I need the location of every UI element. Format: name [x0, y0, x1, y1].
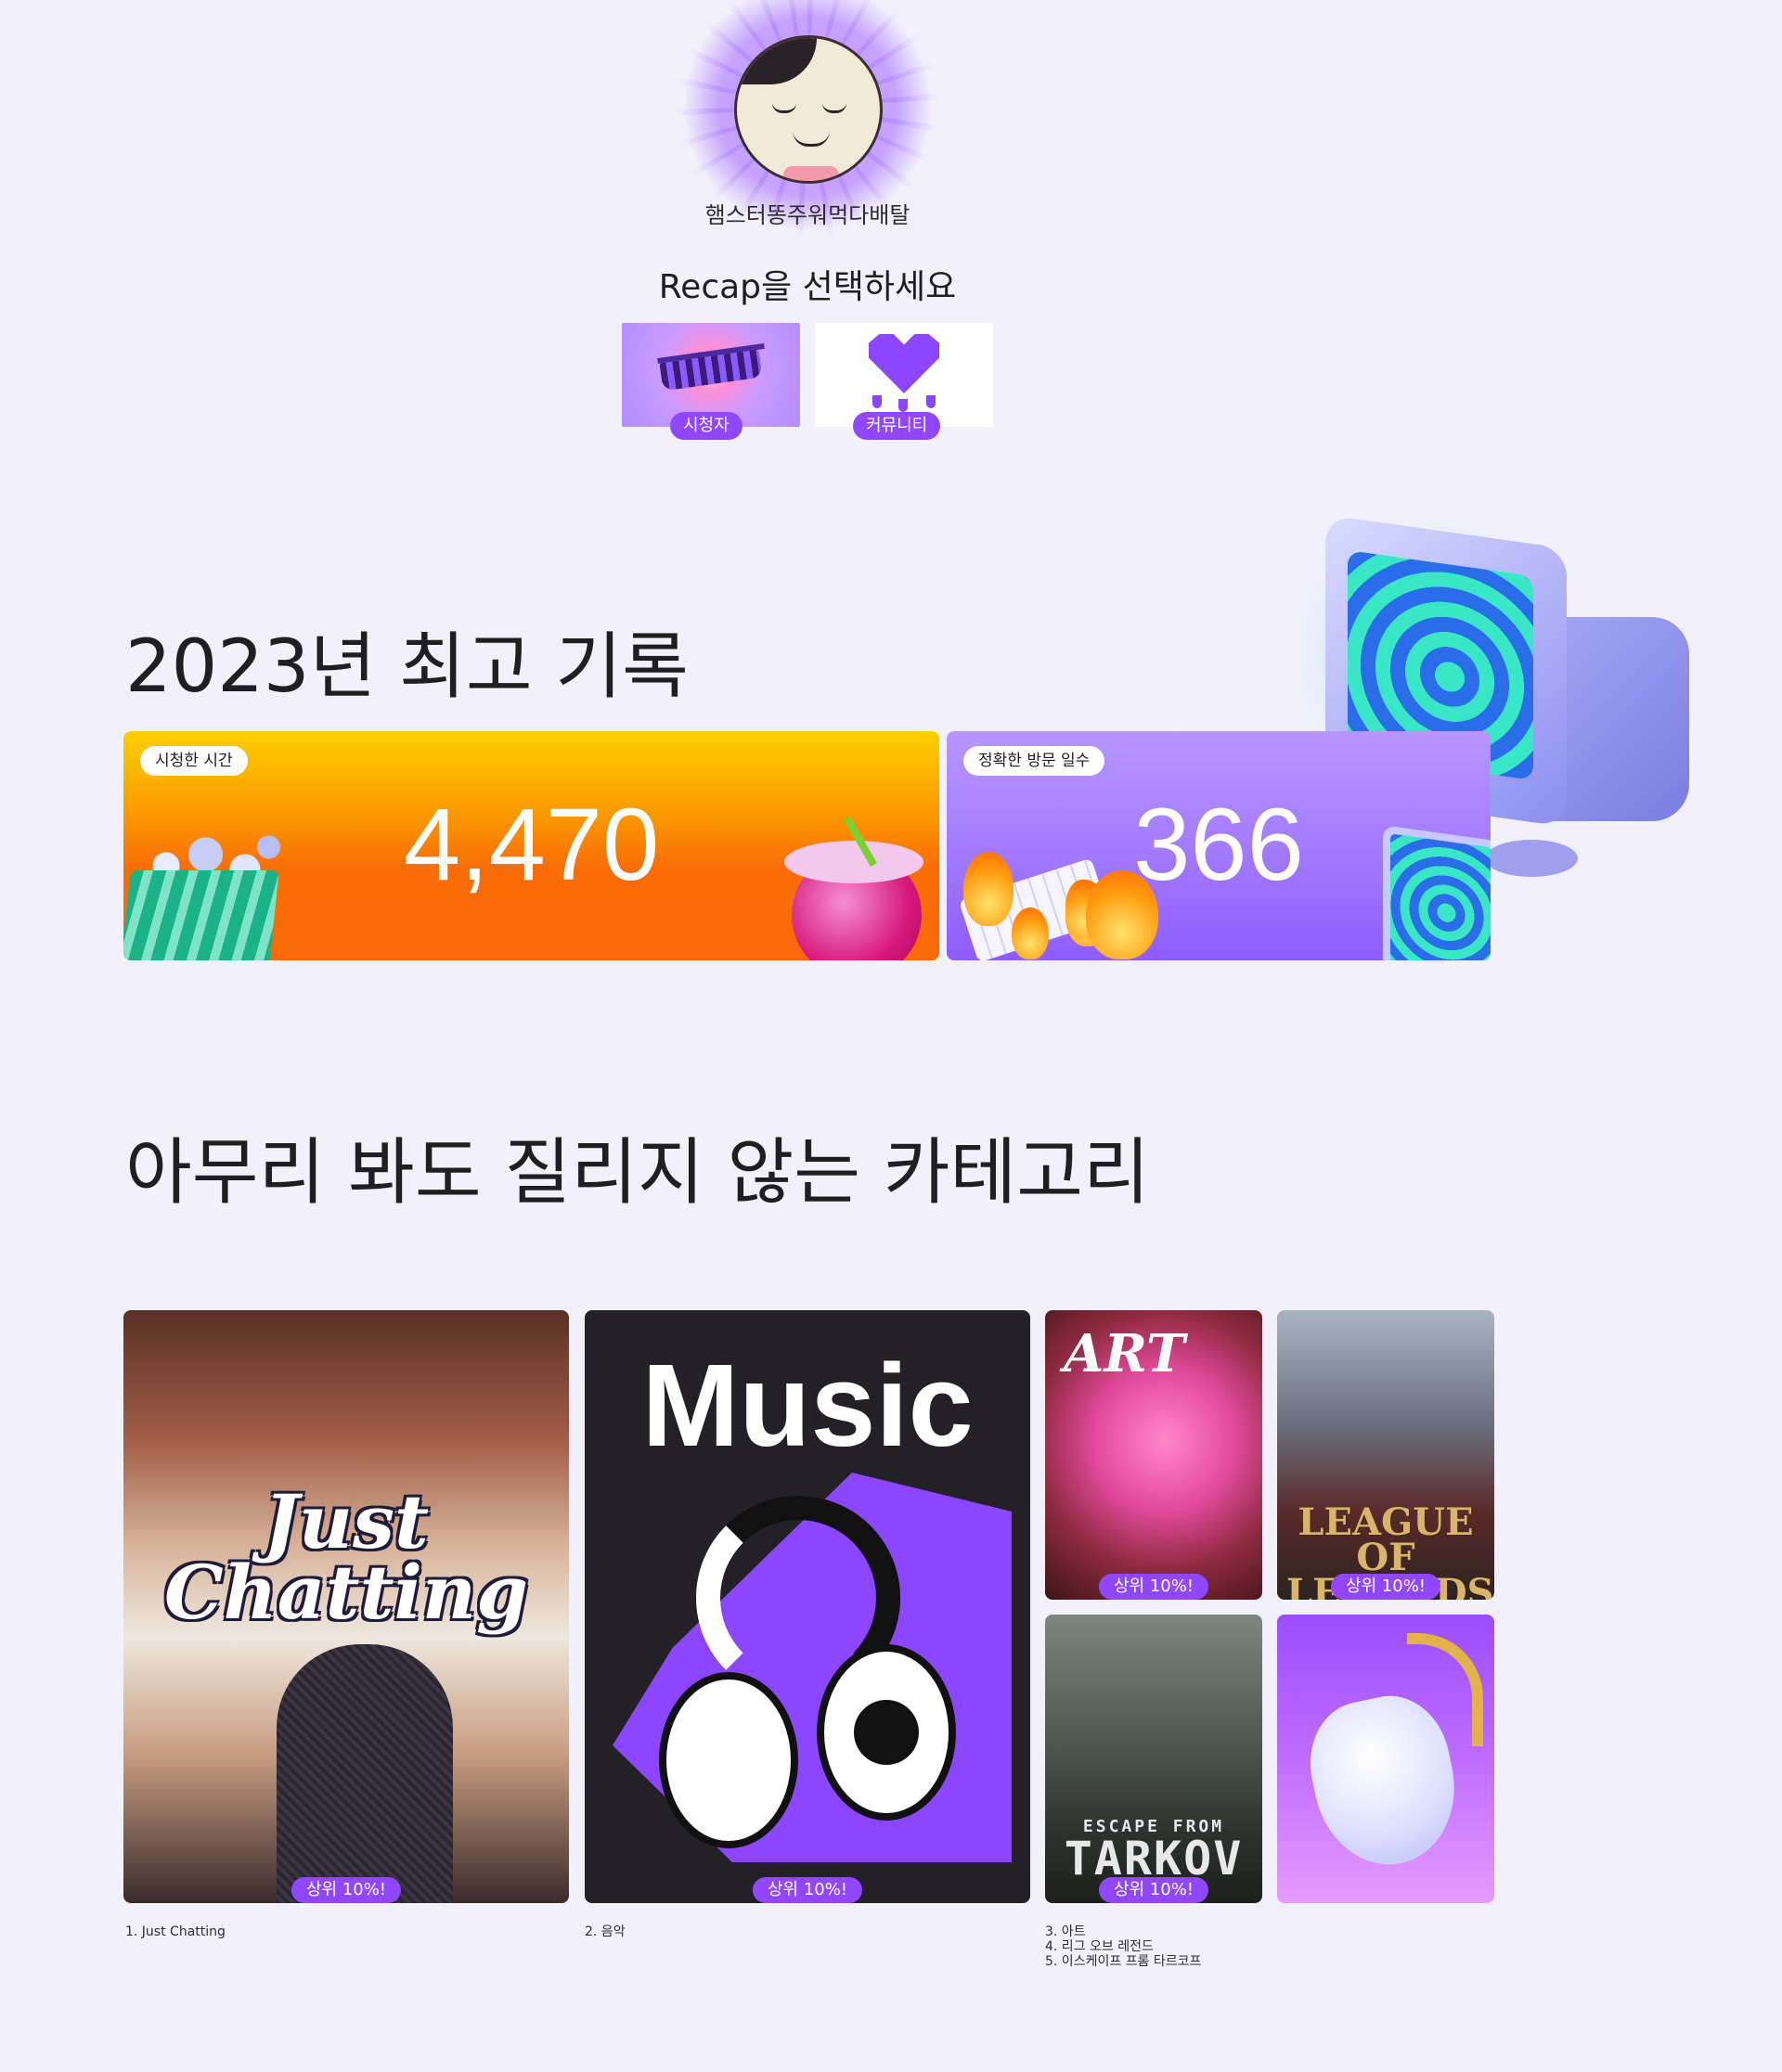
- stat-label: 시청한 시간: [140, 746, 248, 776]
- category-art-text: ART: [1064, 1323, 1185, 1384]
- category-tile-escape-from-tarkov[interactable]: ESCAPE FROM TARKOV 상위 10%!: [1045, 1615, 1262, 1903]
- stat-value-visit-days: 366: [1133, 788, 1304, 902]
- recap-option-community-label: 커뮤니티: [853, 412, 941, 440]
- ranking-item-3: 3. 아트: [1045, 1924, 1086, 1939]
- username: 햄스터똥주워먹다배탈: [704, 202, 910, 228]
- avatar-eye-left: [772, 103, 796, 113]
- ranking-item-5: 5. 이스케이프 프롬 타르코프: [1045, 1954, 1202, 1969]
- category-tile-league-of-legends[interactable]: LEAGUE OF LEGENDS 상위 10%!: [1277, 1310, 1494, 1600]
- top-percent-badge: 상위 10%!: [752, 1877, 863, 1903]
- best-records-title: 2023년 최고 기록: [125, 625, 689, 709]
- top-percent-badge: 상위 10%!: [1330, 1574, 1441, 1600]
- recap-option-viewer-label: 시청자: [670, 412, 742, 440]
- heart-drip: [898, 399, 908, 412]
- recap-option-viewer[interactable]: 시청자: [622, 323, 800, 440]
- category-tile-art[interactable]: ART 상위 10%!: [1045, 1310, 1262, 1600]
- avatar-mouth: [793, 131, 830, 147]
- monitor-stand: [1485, 840, 1578, 877]
- microphone-icon: [277, 1644, 453, 1903]
- recap-select-title: Recap을 선택하세요: [658, 268, 957, 306]
- category-tile-goat[interactable]: [1277, 1615, 1494, 1903]
- headphone-speaker: [854, 1700, 919, 1765]
- categories-title: 아무리 봐도 질리지 않는 카테고리: [125, 1131, 1150, 1215]
- top-percent-badge: 상위 10%!: [1098, 1877, 1209, 1903]
- category-art-text: Music: [641, 1340, 974, 1471]
- profile-header: 햄스터똥주워먹다배탈 Recap을 선택하세요 시청자 커뮤니티: [0, 0, 1615, 464]
- top-percent-badge: 상위 10%!: [291, 1877, 402, 1903]
- ranking-item-2: 2. 음악: [585, 1924, 626, 1939]
- stat-card-visit-days: 정확한 방문 일수 366: [947, 731, 1491, 960]
- recap-option-community[interactable]: 커뮤니티: [815, 323, 993, 440]
- stat-value-watch-time: 4,470: [403, 788, 660, 902]
- headphone-cup-left: [659, 1672, 798, 1848]
- top-percent-badge: 상위 10%!: [1098, 1574, 1209, 1600]
- category-art-text: ESCAPE FROM TARKOV: [1064, 1817, 1244, 1885]
- stat-card-watch-time: 시청한 시간 4,470: [123, 731, 939, 960]
- avatar: [673, 0, 942, 241]
- ranking-list: 3. 아트 4. 리그 오브 레전드 5. 이스케이프 프롬 타르코프: [1045, 1924, 1201, 1969]
- ranking-item-4: 4. 리그 오브 레전드: [1045, 1939, 1154, 1954]
- category-tile-just-chatting[interactable]: Just Chatting 상위 10%!: [123, 1310, 569, 1903]
- avatar-hair: [739, 38, 817, 84]
- category-tile-music[interactable]: Music 상위 10%!: [585, 1310, 1030, 1903]
- pixel-heart-icon: [869, 334, 939, 393]
- category-art-text: Just Chatting: [163, 1478, 529, 1636]
- heart-drip: [872, 395, 882, 408]
- avatar-face-image: [734, 35, 883, 184]
- flame-icon: [1012, 907, 1049, 959]
- heart-drip: [926, 395, 936, 408]
- avatar-eye-right: [822, 103, 846, 113]
- ranking-item-1: 1. Just Chatting: [125, 1924, 226, 1939]
- stat-label: 정확한 방문 일수: [963, 746, 1105, 776]
